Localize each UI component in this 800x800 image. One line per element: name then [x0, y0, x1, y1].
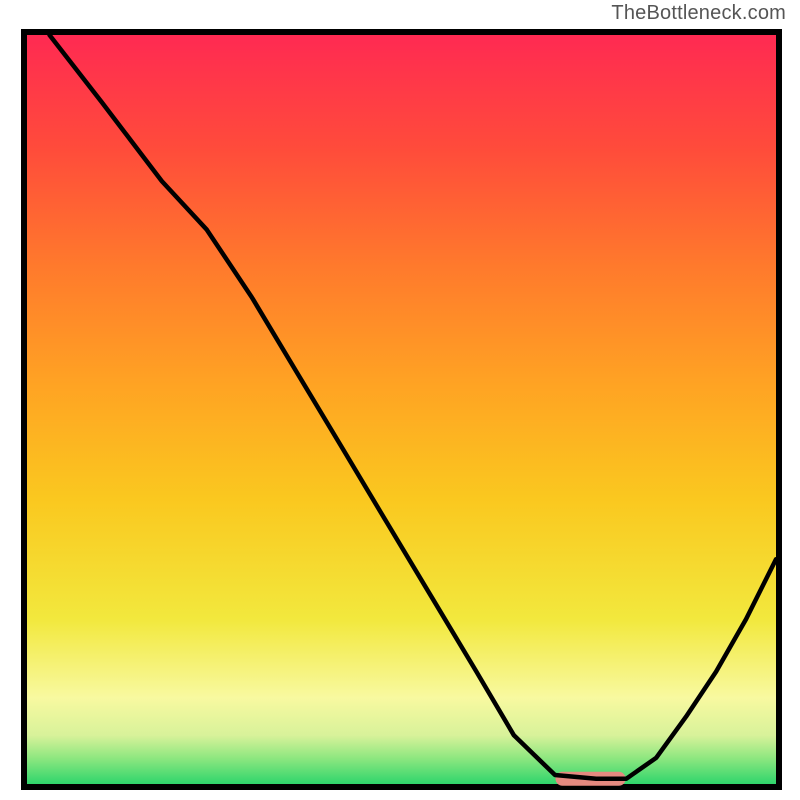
watermark-text: TheBottleneck.com — [611, 2, 786, 25]
chart-page: TheBottleneck.com — [0, 0, 800, 800]
gradient-background — [27, 35, 776, 784]
bottleneck-chart — [0, 0, 800, 800]
